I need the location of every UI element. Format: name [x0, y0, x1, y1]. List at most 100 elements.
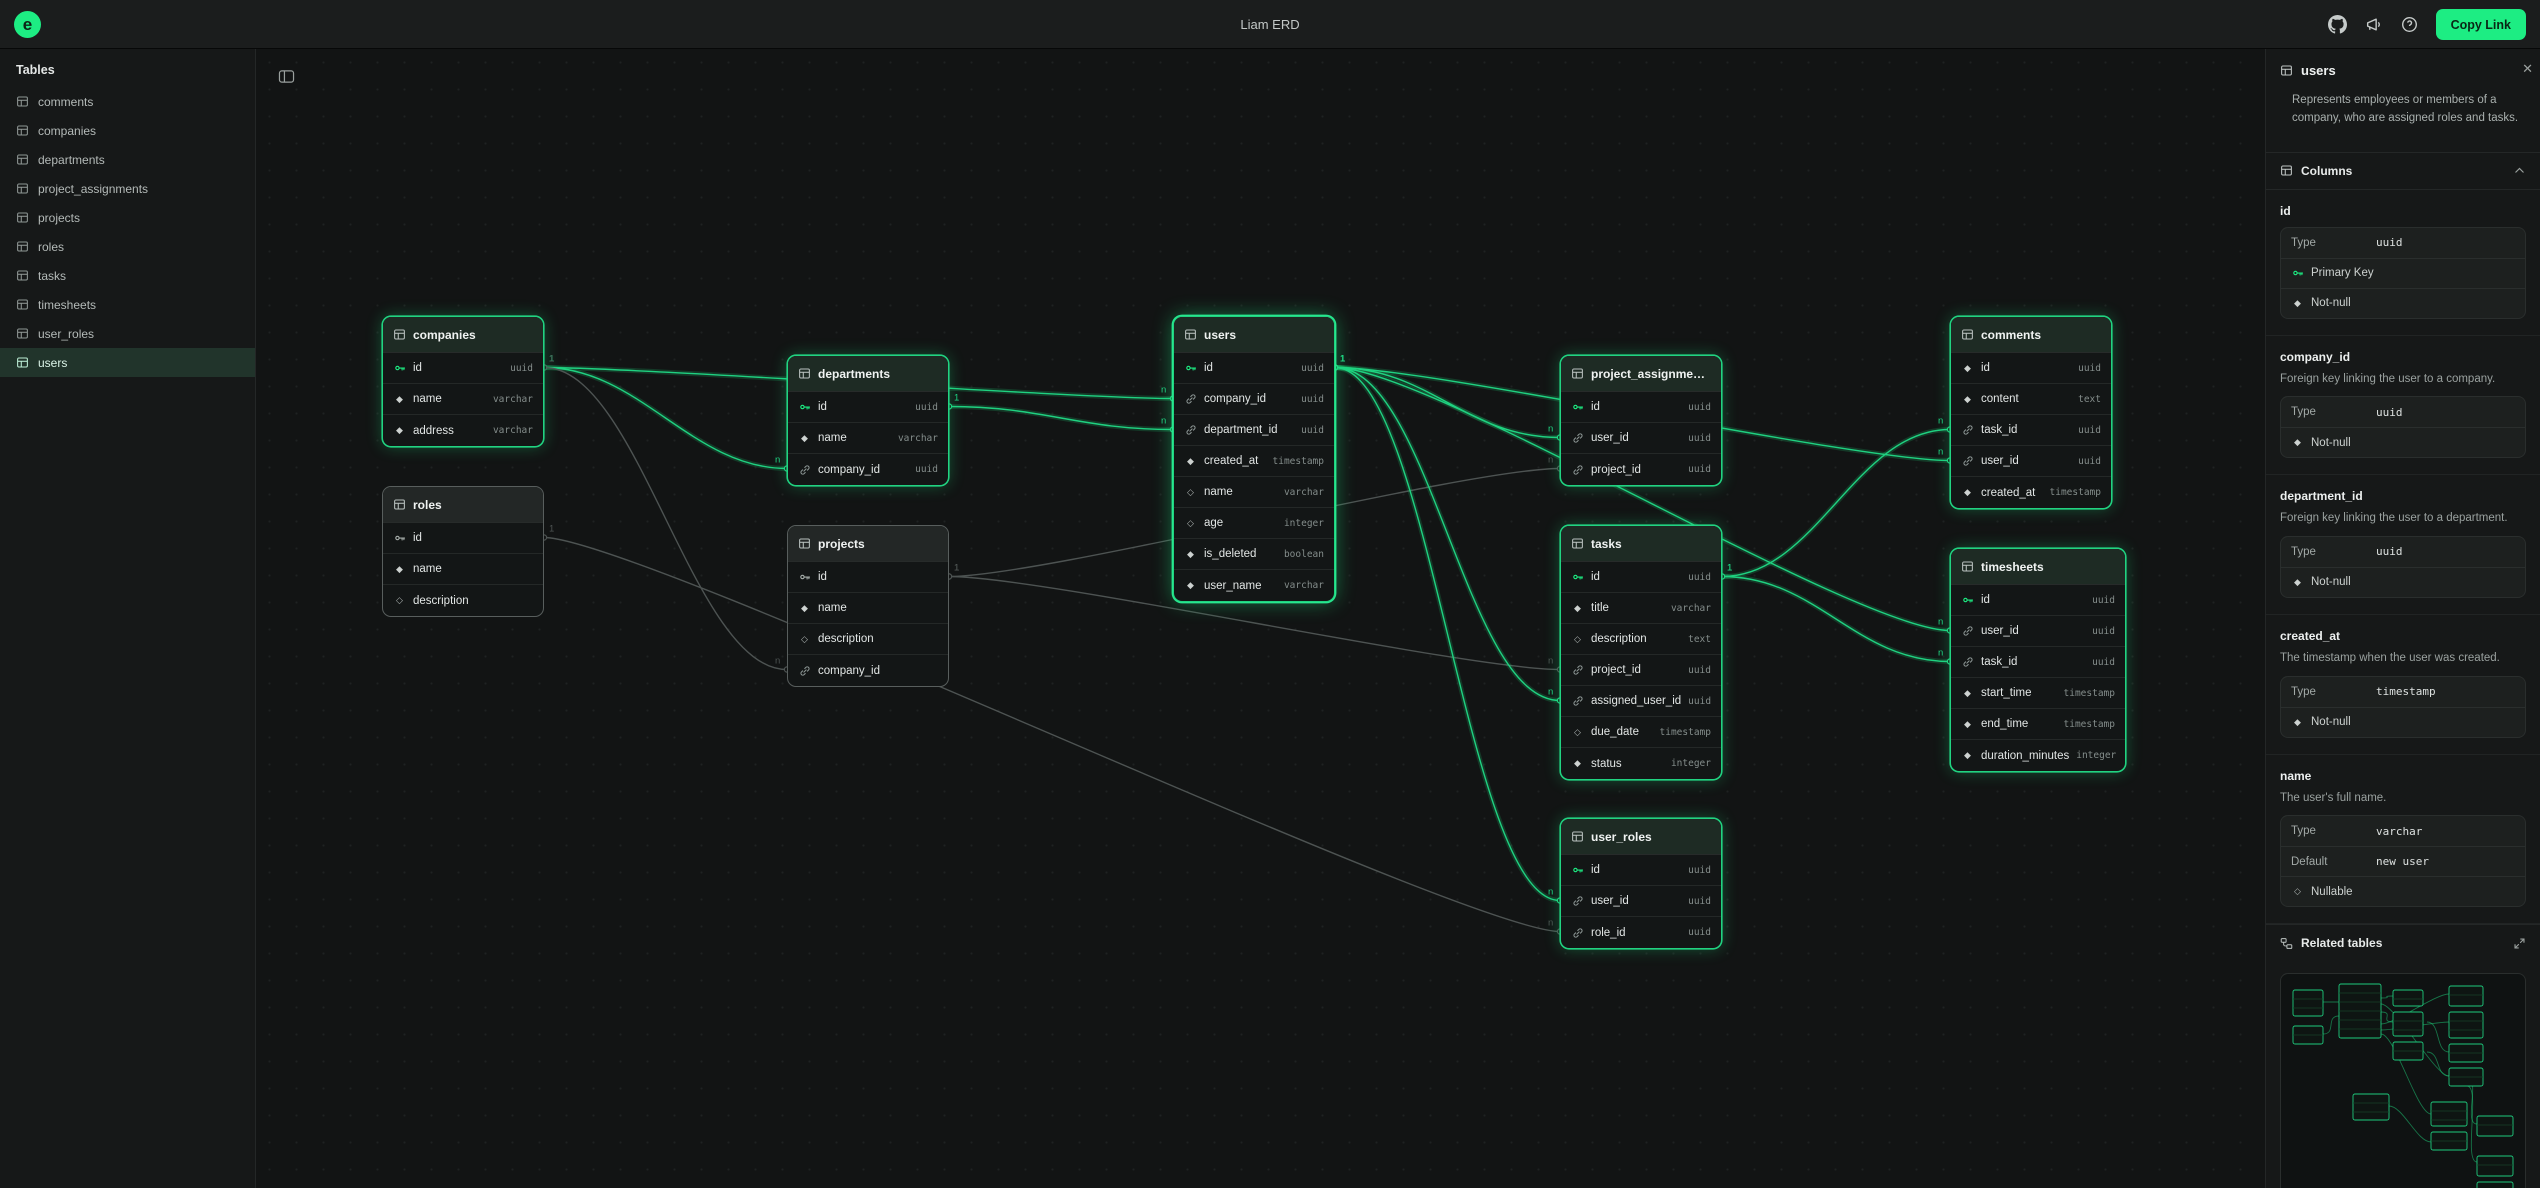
erd-column-comments-id[interactable]: ◆iduuid [1951, 353, 2111, 384]
sidebar-item-user_roles[interactable]: user_roles [0, 319, 255, 348]
erd-column-users-user_name[interactable]: ◆user_namevarchar [1174, 570, 1334, 601]
erd-column-timesheets-duration_minutes[interactable]: ◆duration_minutesinteger [1951, 740, 2125, 771]
erd-column-users-department_id[interactable]: department_iduuid [1174, 415, 1334, 446]
erd-column-user_roles-id[interactable]: iduuid [1561, 855, 1721, 886]
erd-column-timesheets-start_time[interactable]: ◆start_timetimestamp [1951, 678, 2125, 709]
erd-column-comments-created_at[interactable]: ◆created_attimestamp [1951, 477, 2111, 508]
sidebar-item-project_assignments[interactable]: project_assignments [0, 174, 255, 203]
sidebar-item-tasks[interactable]: tasks [0, 261, 255, 290]
erd-column-timesheets-end_time[interactable]: ◆end_timetimestamp [1951, 709, 2125, 740]
erd-column-tasks-assigned_user_id[interactable]: assigned_user_iduuid [1561, 686, 1721, 717]
panel-close-button[interactable]: ✕ [2522, 61, 2533, 77]
erd-column-comments-content[interactable]: ◆contenttext [1951, 384, 2111, 415]
erd-table-roles[interactable]: rolesid◆name◇description [382, 486, 544, 617]
erd-table-companies[interactable]: companiesiduuid◆namevarchar◆addressvarch… [382, 316, 544, 447]
erd-table-header[interactable]: projects [788, 526, 948, 562]
erd-column-timesheets-user_id[interactable]: user_iduuid [1951, 616, 2125, 647]
erd-column-users-company_id[interactable]: company_iduuid [1174, 384, 1334, 415]
erd-column-roles-id[interactable]: id [383, 523, 543, 554]
erd-column-tasks-description[interactable]: ◇descriptiontext [1561, 624, 1721, 655]
sidebar-item-roles[interactable]: roles [0, 232, 255, 261]
erd-table-user_roles[interactable]: user_rolesiduuiduser_iduuidrole_iduuid [1560, 818, 1722, 949]
erd-table-timesheets[interactable]: timesheetsiduuiduser_iduuidtask_iduuid◆s… [1950, 548, 2126, 772]
erd-column-comments-task_id[interactable]: task_iduuid [1951, 415, 2111, 446]
erd-table-header[interactable]: timesheets [1951, 549, 2125, 585]
erd-column-projects-company_id[interactable]: company_id [788, 655, 948, 686]
erd-column-users-id[interactable]: iduuid [1174, 353, 1334, 384]
erd-table-projects[interactable]: projectsid◆name◇descriptioncompany_id [787, 525, 949, 687]
erd-column-project_assignments-user_id[interactable]: user_iduuid [1561, 423, 1721, 454]
foreign-key-icon [798, 464, 811, 476]
erd-column-companies-address[interactable]: ◆addressvarchar [383, 415, 543, 446]
erd-column-projects-name[interactable]: ◆name [788, 593, 948, 624]
erd-column-companies-name[interactable]: ◆namevarchar [383, 384, 543, 415]
erd-column-departments-name[interactable]: ◆namevarchar [788, 423, 948, 454]
erd-column-tasks-status[interactable]: ◆statusinteger [1561, 748, 1721, 779]
erd-column-users-age[interactable]: ◇ageinteger [1174, 508, 1334, 539]
github-icon[interactable] [2328, 15, 2348, 35]
erd-column-timesheets-id[interactable]: iduuid [1951, 585, 2125, 616]
columns-section-header[interactable]: Columns [2266, 152, 2540, 190]
erd-column-users-created_at[interactable]: ◆created_attimestamp [1174, 446, 1334, 477]
sidebar-item-users[interactable]: users [0, 348, 255, 377]
erd-column-users-name[interactable]: ◇namevarchar [1174, 477, 1334, 508]
erd-column-projects-description[interactable]: ◇description [788, 624, 948, 655]
erd-canvas[interactable]: 1n1n1n1n1n1n1n1n1n1n1n1n1n1n companiesid… [256, 49, 2265, 1188]
sidebar-item-departments[interactable]: departments [0, 145, 255, 174]
sidebar-item-label: projects [38, 211, 80, 225]
erd-column-roles-name[interactable]: ◆name [383, 554, 543, 585]
sidebar-item-projects[interactable]: projects [0, 203, 255, 232]
help-icon[interactable] [2400, 15, 2420, 35]
liam-logo[interactable]: e [14, 11, 41, 38]
erd-column-tasks-due_date[interactable]: ◇due_datetimestamp [1561, 717, 1721, 748]
column-description: The timestamp when the user was created. [2280, 650, 2526, 667]
column-name: name [2280, 769, 2526, 783]
erd-table-header[interactable]: users [1174, 317, 1334, 353]
not-null-icon: ◆ [1961, 487, 1974, 498]
erd-table-header[interactable]: companies [383, 317, 543, 353]
related-tables-header[interactable]: Related tables [2266, 924, 2540, 961]
erd-column-user_roles-role_id[interactable]: role_iduuid [1561, 917, 1721, 948]
erd-table-comments[interactable]: comments◆iduuid◆contenttexttask_iduuidus… [1950, 316, 2112, 509]
erd-table-users[interactable]: usersiduuidcompany_iduuiddepartment_iduu… [1173, 316, 1335, 602]
expand-icon[interactable] [2513, 937, 2526, 950]
erd-column-projects-id[interactable]: id [788, 562, 948, 593]
sidebar-item-comments[interactable]: comments [0, 87, 255, 116]
erd-column-departments-id[interactable]: iduuid [788, 392, 948, 423]
sidebar-item-timesheets[interactable]: timesheets [0, 290, 255, 319]
sidebar-toggle-button[interactable] [272, 63, 300, 89]
erd-column-timesheets-task_id[interactable]: task_iduuid [1951, 647, 2125, 678]
erd-table-project_assignments[interactable]: project_assignmentsiduuiduser_iduuidproj… [1560, 355, 1722, 486]
erd-table-departments[interactable]: departmentsiduuid◆namevarcharcompany_idu… [787, 355, 949, 486]
erd-table-header[interactable]: user_roles [1561, 819, 1721, 855]
erd-column-departments-company_id[interactable]: company_iduuid [788, 454, 948, 485]
erd-table-header[interactable]: departments [788, 356, 948, 392]
erd-column-comments-user_id[interactable]: user_iduuid [1951, 446, 2111, 477]
svg-text:n: n [775, 656, 780, 667]
erd-column-tasks-id[interactable]: iduuid [1561, 562, 1721, 593]
erd-table-tasks[interactable]: tasksiduuid◆titlevarchar◇descriptiontext… [1560, 525, 1722, 780]
sidebar-item-companies[interactable]: companies [0, 116, 255, 145]
table-detail-panel: ✕ users Represents employees or members … [2265, 49, 2540, 1188]
erd-column-companies-id[interactable]: iduuid [383, 353, 543, 384]
erd-table-header[interactable]: tasks [1561, 526, 1721, 562]
erd-column-project_assignments-id[interactable]: iduuid [1561, 392, 1721, 423]
related-tables-minimap[interactable] [2280, 973, 2526, 1188]
type-row: Typevarchar [2281, 816, 2525, 846]
copy-link-button[interactable]: Copy Link [2436, 9, 2526, 40]
erd-column-tasks-title[interactable]: ◆titlevarchar [1561, 593, 1721, 624]
panel-header: users [2266, 49, 2540, 88]
foreign-key-icon [1571, 895, 1584, 907]
not-null-icon: ◆ [2291, 717, 2304, 728]
erd-column-user_roles-user_id[interactable]: user_iduuid [1561, 886, 1721, 917]
erd-column-tasks-project_id[interactable]: project_iduuid [1561, 655, 1721, 686]
erd-table-header[interactable]: roles [383, 487, 543, 523]
erd-column-roles-description[interactable]: ◇description [383, 585, 543, 616]
release-notes-icon[interactable] [2364, 15, 2384, 35]
table-icon [16, 182, 29, 195]
table-icon [16, 124, 29, 137]
erd-table-header[interactable]: project_assignments [1561, 356, 1721, 392]
erd-table-header[interactable]: comments [1951, 317, 2111, 353]
erd-column-project_assignments-project_id[interactable]: project_iduuid [1561, 454, 1721, 485]
erd-column-users-is_deleted[interactable]: ◆is_deletedboolean [1174, 539, 1334, 570]
